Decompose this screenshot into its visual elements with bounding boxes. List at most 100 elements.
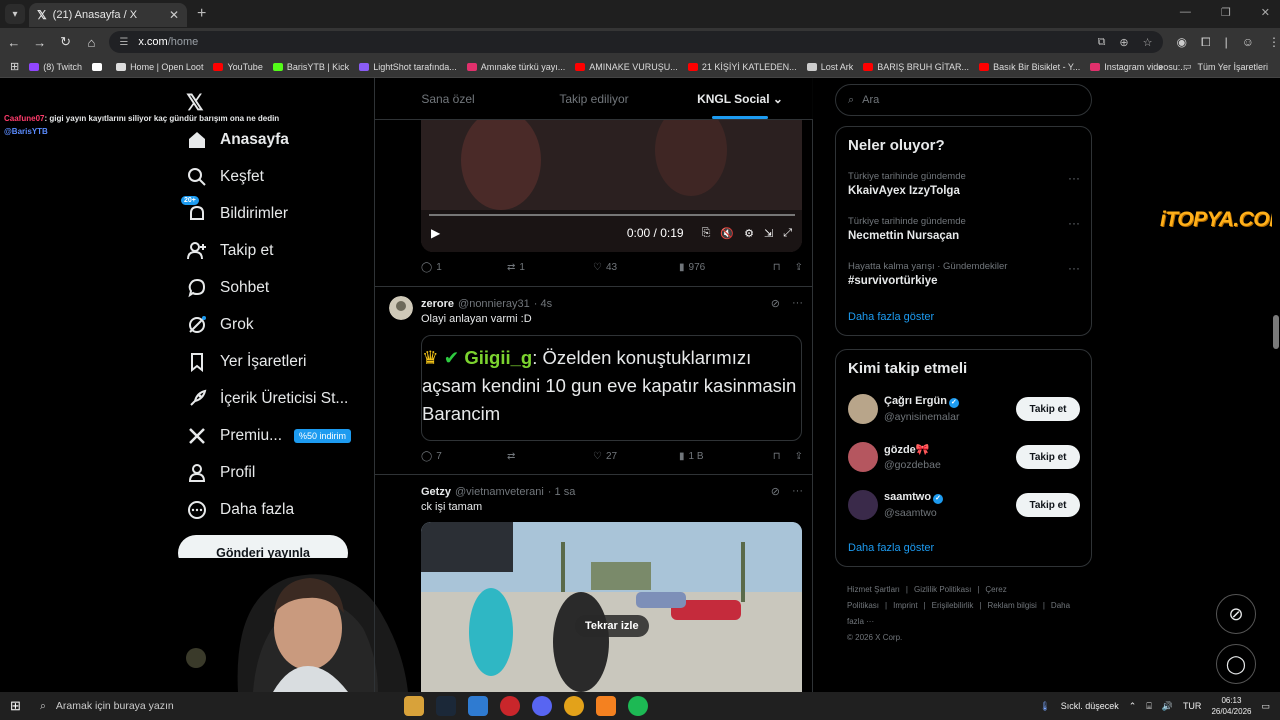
- suggestion-name[interactable]: gözde🎀: [884, 443, 929, 456]
- captions-icon[interactable]: ⎘: [702, 227, 711, 240]
- views-button[interactable]: ▮ 1 B: [679, 451, 765, 462]
- grok-fab[interactable]: ⊘: [1216, 594, 1256, 634]
- x-logo-icon[interactable]: 𝕏: [186, 90, 204, 116]
- tab-search-icon[interactable]: ▾: [5, 4, 25, 24]
- cloud-icon[interactable]: [596, 696, 616, 716]
- share-icon[interactable]: ⇪: [795, 451, 803, 462]
- more-options-icon[interactable]: ···: [792, 485, 803, 498]
- bookmark-item[interactable]: BARIŞ BRUH GİTAR...: [863, 62, 969, 72]
- nav-item-follow[interactable]: Takip et: [186, 237, 273, 265]
- extensions-puzzle-icon[interactable]: ⧠: [1201, 35, 1211, 50]
- footer-link[interactable]: Gizlilik Politikası: [914, 585, 971, 594]
- new-tab-button[interactable]: +: [197, 5, 206, 23]
- grok-post-icon[interactable]: ⊘: [771, 297, 780, 310]
- file-explorer-icon[interactable]: [404, 696, 424, 716]
- messages-fab[interactable]: ◯: [1216, 644, 1256, 684]
- play-icon[interactable]: ▶: [431, 226, 440, 240]
- language-indicator[interactable]: TUR: [1183, 701, 1202, 711]
- tab-close-icon[interactable]: ✕: [169, 8, 179, 22]
- bookmark-icon[interactable]: ⊓: [773, 262, 781, 273]
- post-item[interactable]: zerore @nonnieray31 · 4s ⊘ ··· Olayi anla…: [375, 286, 813, 474]
- reload-icon[interactable]: ↻: [54, 34, 78, 50]
- post-author-name[interactable]: zerore: [421, 298, 454, 310]
- notifications-icon[interactable]: ▭: [1261, 701, 1270, 712]
- replay-button[interactable]: Tekrar izle: [575, 615, 649, 637]
- more-options-icon[interactable]: ···: [1068, 216, 1080, 230]
- nav-item-rocket[interactable]: İçerik Üreticisi St...: [186, 385, 348, 413]
- windows-start-icon[interactable]: ⊞: [10, 698, 21, 714]
- home-browser-icon[interactable]: ⌂: [80, 35, 104, 50]
- bookmark-item[interactable]: 21 KİŞİYİ KATLEDEN...: [687, 62, 797, 72]
- footer-link[interactable]: Erişilebilirlik: [932, 601, 974, 610]
- network-icon[interactable]: ⌸: [1146, 701, 1151, 712]
- bookmark-item[interactable]: LightShot tarafında...: [359, 62, 457, 72]
- page-scrollbar[interactable]: [1272, 78, 1280, 692]
- close-window-icon[interactable]: ✕: [1261, 6, 1270, 19]
- reply-button[interactable]: ◯ 1: [421, 262, 507, 273]
- footer-link[interactable]: Reklam bilgisi: [987, 601, 1036, 610]
- nav-item-x[interactable]: Premiu... %50 indirim: [186, 422, 352, 450]
- nav-item-bell[interactable]: 20+ Bildirimler: [180, 195, 288, 228]
- post-author-name[interactable]: Getzy: [421, 486, 451, 498]
- site-info-icon[interactable]: ☰: [119, 37, 128, 48]
- post-author-handle[interactable]: @vietnamveterani: [455, 486, 544, 498]
- video-progress-bar[interactable]: [429, 214, 795, 216]
- tab-kngl-social[interactable]: KNGL Social ⌄: [667, 78, 813, 119]
- forward-icon[interactable]: →: [28, 35, 52, 50]
- who-show-more-link[interactable]: Daha fazla göster: [848, 542, 934, 554]
- chrome-icon[interactable]: [564, 696, 584, 716]
- bookmark-icon[interactable]: ⊓: [773, 451, 781, 462]
- suggestion-handle[interactable]: @aynisinemalar: [884, 411, 959, 423]
- nav-item-home[interactable]: Anasayfa: [186, 126, 289, 154]
- app-icon[interactable]: [468, 696, 488, 716]
- nav-item-chat[interactable]: Sohbet: [186, 274, 269, 302]
- follow-button[interactable]: Takip et: [1016, 493, 1080, 517]
- apps-grid-icon[interactable]: ⊞: [10, 60, 19, 73]
- bookmark-item[interactable]: YouTube: [213, 62, 263, 72]
- post-time[interactable]: · 1 sa: [548, 486, 576, 498]
- views-button[interactable]: ▮ 976: [679, 262, 765, 273]
- more-options-icon[interactable]: ···: [1068, 171, 1080, 185]
- like-button[interactable]: ♡ 27: [593, 451, 679, 462]
- weather-text[interactable]: Sıckl. düşecek: [1061, 701, 1119, 711]
- search-input[interactable]: ⌕ Ara: [835, 84, 1092, 116]
- suggestion-name[interactable]: Çağrı Ergün ✓: [884, 395, 959, 408]
- taskbar-search[interactable]: ⌕ Aramak için buraya yazın: [32, 692, 402, 720]
- footer-link[interactable]: Imprint: [893, 601, 917, 610]
- spotify-icon[interactable]: [628, 696, 648, 716]
- discord-icon[interactable]: [532, 696, 552, 716]
- nav-item-bookmark[interactable]: Yer İşaretleri: [186, 348, 306, 376]
- minimize-icon[interactable]: —: [1180, 6, 1191, 19]
- avatar[interactable]: [848, 442, 878, 472]
- trends-show-more-link[interactable]: Daha fazla göster: [848, 311, 934, 323]
- video-player[interactable]: ▶ 0:00 / 0:19 ⎘ 🔇 ⚙ ⇲ ⤢: [421, 120, 802, 252]
- tray-chevron-icon[interactable]: ⌃: [1129, 701, 1137, 712]
- trend-item[interactable]: Hayatta kalma yarışı · Gündemdekiler #sur…: [848, 261, 1080, 287]
- volume-icon[interactable]: 🔊: [1162, 701, 1173, 712]
- mute-icon[interactable]: 🔇: [720, 227, 734, 240]
- profile-browser-icon[interactable]: ☺: [1242, 35, 1254, 50]
- follow-button[interactable]: Takip et: [1016, 445, 1080, 469]
- repost-button[interactable]: ⇄ 1: [507, 262, 593, 273]
- bookmark-star-icon[interactable]: ☆: [1143, 36, 1153, 49]
- zoom-icon[interactable]: ⊕: [1119, 36, 1128, 49]
- bookmark-item[interactable]: (8) Twitch: [29, 62, 82, 72]
- scrollbar-thumb[interactable]: [1273, 315, 1279, 349]
- suggestion-name[interactable]: saamtwo ✓: [884, 491, 944, 504]
- restore-icon[interactable]: ❐: [1221, 6, 1231, 19]
- avatar[interactable]: [848, 490, 878, 520]
- suggestion-handle[interactable]: @gozdebae: [884, 459, 941, 471]
- all-bookmarks-link[interactable]: Tüm Yer İşaretleri: [1197, 62, 1268, 72]
- address-bar[interactable]: ☰ x.com/home ⧉ ⊕ ☆: [109, 31, 1163, 53]
- install-app-icon[interactable]: ⧉: [1098, 36, 1106, 49]
- tab-for-you[interactable]: Sana özel: [375, 78, 521, 119]
- fullscreen-icon[interactable]: ⤢: [783, 227, 792, 240]
- post-author-handle[interactable]: @nonnieray31: [458, 298, 530, 310]
- browser-tab-active[interactable]: 𝕏 (21) Anasayfa / X ✕: [29, 3, 187, 27]
- clock[interactable]: 06:13 26/04/2026: [1211, 695, 1251, 717]
- back-icon[interactable]: ←: [2, 35, 26, 50]
- like-button[interactable]: ♡ 43: [593, 262, 679, 273]
- bookmark-item[interactable]: AMINAKE VURUŞU...: [575, 62, 678, 72]
- browser-menu-icon[interactable]: ⋮: [1268, 35, 1280, 50]
- quoted-post[interactable]: ♛ ✔ Giigii_g: Özelden konuştuklarımızı a…: [421, 335, 802, 441]
